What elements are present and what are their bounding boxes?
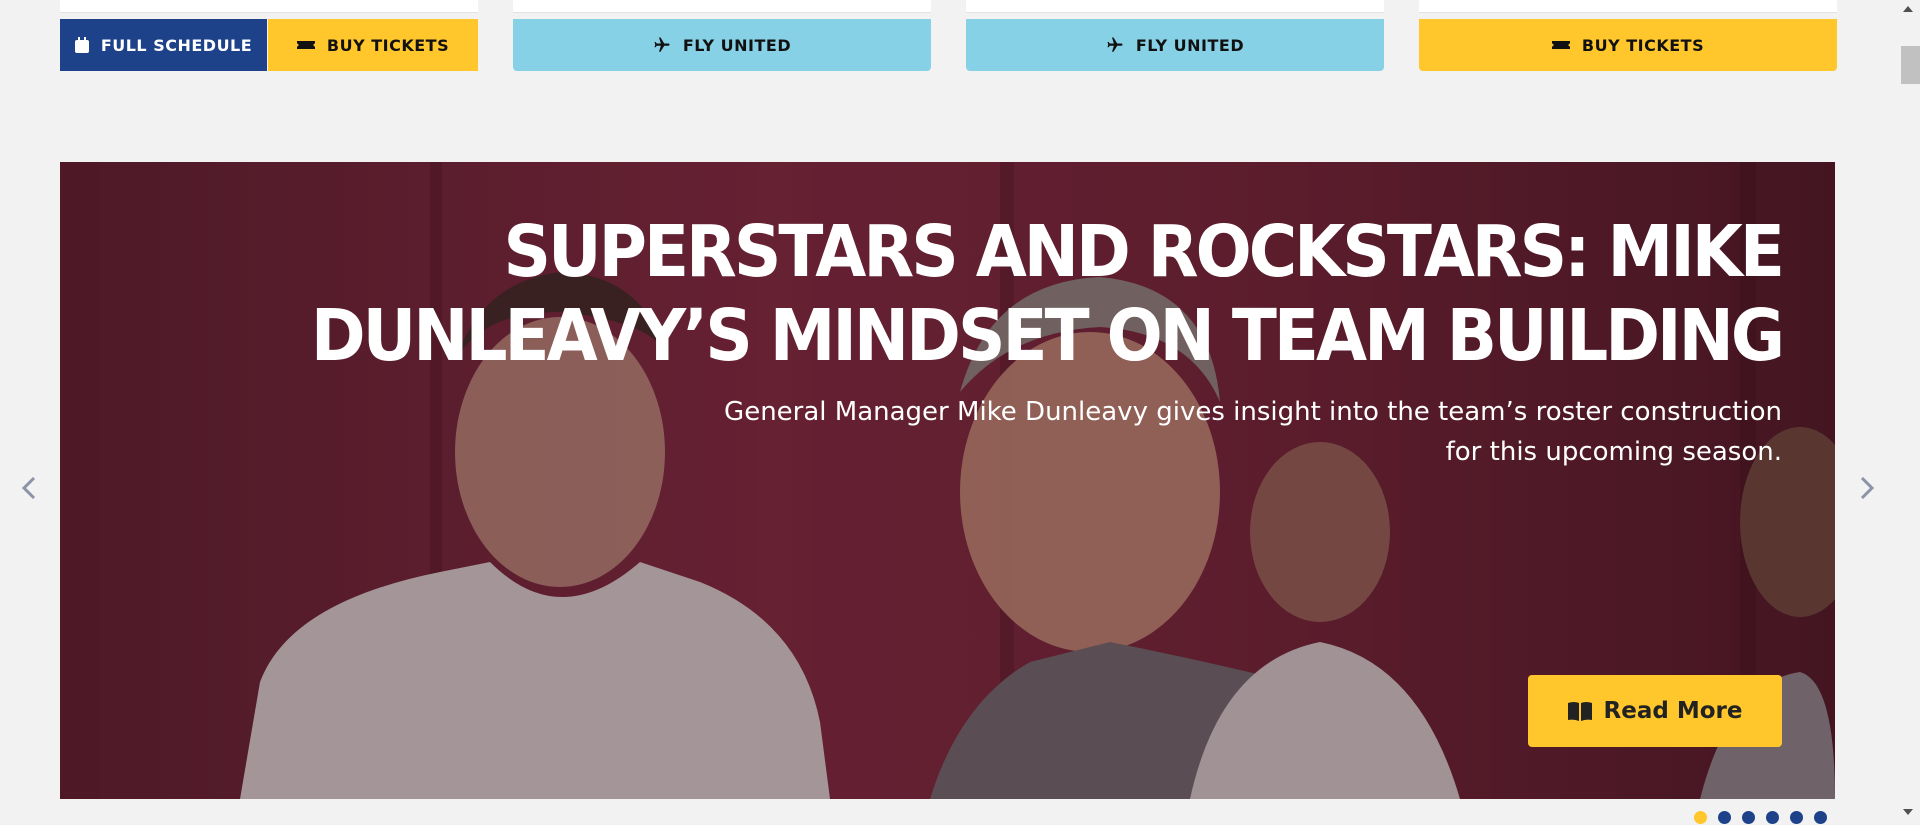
hero-slide: SUPERSTARS AND ROCKSTARS: MIKE DUNLEAVY’… (60, 162, 1835, 799)
hero-subtext: General Manager Mike Dunleavy gives insi… (724, 397, 1782, 467)
buy-tickets-button[interactable]: BUY TICKETS (268, 19, 478, 71)
buy-tickets-label: BUY TICKETS (326, 35, 450, 55)
carousel-dot[interactable] (1766, 811, 1779, 824)
read-more-button[interactable]: Read More (1528, 675, 1782, 747)
fly-united-button[interactable]: FLY UNITED (513, 19, 931, 71)
read-more-label: Read More (1603, 698, 1743, 724)
page-scrollbar[interactable] (1896, 0, 1920, 825)
calendar-icon (74, 37, 89, 53)
ticket-icon (1551, 41, 1570, 49)
chevron-left-icon[interactable] (16, 474, 44, 502)
game-card-3: FLY UNITED (966, 0, 1384, 72)
scroll-down-arrow-icon[interactable] (1903, 809, 1913, 815)
plane-icon (1107, 37, 1123, 52)
book-open-icon (1567, 702, 1592, 721)
card-body-edge (966, 0, 1384, 13)
carousel-dot[interactable] (1718, 811, 1731, 824)
fly-united-label: FLY UNITED (682, 35, 792, 55)
card-body-edge (1419, 0, 1837, 13)
chevron-right-icon[interactable] (1852, 474, 1880, 502)
plane-icon (654, 37, 670, 52)
carousel-dot[interactable] (1694, 811, 1707, 824)
card-body-edge (513, 0, 931, 13)
buy-tickets-label: BUY TICKETS (1581, 35, 1705, 55)
scroll-up-arrow-icon[interactable] (1903, 6, 1913, 12)
carousel-dot[interactable] (1742, 811, 1755, 824)
ticket-icon (296, 41, 315, 49)
full-schedule-label: FULL SCHEDULE (100, 35, 253, 55)
game-card-1: FULL SCHEDULE BUY TICKETS (60, 0, 478, 72)
fly-united-label: FLY UNITED (1135, 35, 1245, 55)
carousel-pagination (1694, 811, 1827, 824)
card-body-edge (60, 0, 478, 13)
hero-headline: SUPERSTARS AND ROCKSTARS: MIKE DUNLEAVY’… (310, 210, 1785, 378)
game-card-2: FLY UNITED (513, 0, 931, 72)
game-card-4: BUY TICKETS (1419, 0, 1837, 72)
scrollbar-thumb[interactable] (1901, 46, 1920, 84)
buy-tickets-button[interactable]: BUY TICKETS (1419, 19, 1837, 71)
full-schedule-button[interactable]: FULL SCHEDULE (60, 19, 267, 71)
carousel-dot[interactable] (1790, 811, 1803, 824)
carousel-dot[interactable] (1814, 811, 1827, 824)
fly-united-button[interactable]: FLY UNITED (966, 19, 1384, 71)
